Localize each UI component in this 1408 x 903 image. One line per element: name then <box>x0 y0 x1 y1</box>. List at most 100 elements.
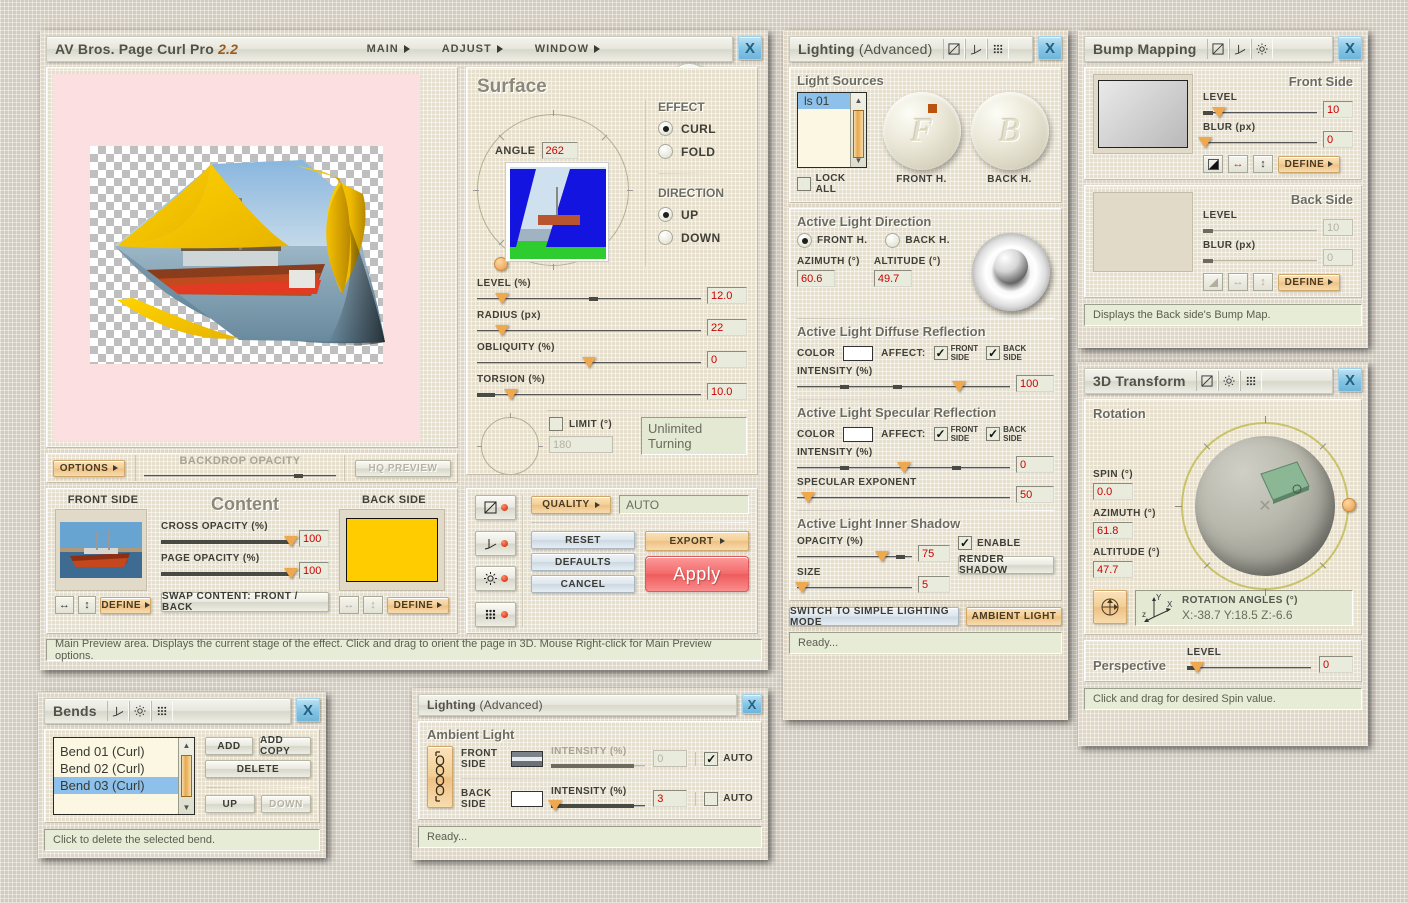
rot-altitude-value[interactable]: 47.7 <box>1093 561 1133 578</box>
front-thumbnail[interactable] <box>55 509 147 591</box>
bend-add-button[interactable]: ADD <box>205 737 253 755</box>
apply-button[interactable]: Apply <box>645 556 749 592</box>
bends-scrollbar[interactable]: ▲ ▼ <box>178 738 194 814</box>
backdrop-opacity-slider[interactable] <box>144 469 336 481</box>
front-light-marker[interactable] <box>928 104 937 113</box>
ambient-front-auto-toggle[interactable]: ✓ AUTO <box>695 752 753 766</box>
effect-option-curl[interactable]: CURL <box>658 121 747 136</box>
scroll-up-icon[interactable]: ▲ <box>851 93 866 107</box>
light-icon[interactable] <box>1251 39 1273 59</box>
bump-back-define-button[interactable]: DEFINE <box>1278 274 1340 291</box>
ambient-close-button[interactable]: X <box>742 694 762 714</box>
specular-front-toggle[interactable]: ✓ FRONT SIDE <box>934 425 979 443</box>
level-value[interactable]: 12.0 <box>707 287 747 304</box>
toggle-page-curl-button[interactable] <box>475 495 516 520</box>
toggle-bump-mapping-button[interactable] <box>475 602 516 627</box>
radius-value[interactable]: 22 <box>707 319 747 336</box>
diffuse-intensity-slider[interactable] <box>797 380 1010 392</box>
toggle-3d-transform-button[interactable] <box>475 531 516 556</box>
bends-close-button[interactable]: X <box>296 698 320 722</box>
direction-option-down[interactable]: DOWN <box>658 230 747 245</box>
bump-back-flip-vertical-icon[interactable]: ↕ <box>1253 273 1273 291</box>
bump-back-preview[interactable] <box>1093 192 1193 272</box>
radio-down[interactable] <box>658 230 673 245</box>
ambient-light-button[interactable]: AMBIENT LIGHT <box>966 607 1062 626</box>
menu-main[interactable]: MAIN <box>351 43 426 55</box>
front-hemisphere-control[interactable]: F <box>883 92 961 170</box>
options-button[interactable]: OPTIONS <box>53 460 125 477</box>
radio-back-h[interactable] <box>885 233 900 248</box>
direction-front-option[interactable]: FRONT H. <box>797 233 867 248</box>
light-icon[interactable] <box>129 701 151 721</box>
radio-curl[interactable] <box>658 121 673 136</box>
cancel-button[interactable]: CANCEL <box>531 575 635 593</box>
bump-back-level-value[interactable]: 10 <box>1323 219 1353 236</box>
ambient-back-intensity-value[interactable]: 3 <box>653 790 687 807</box>
list-item[interactable]: Bend 03 (Curl) <box>54 777 194 794</box>
inner-shadow-size-slider[interactable] <box>797 581 912 593</box>
perspective-level-slider[interactable] <box>1187 661 1311 673</box>
back-define-button[interactable]: DEFINE <box>387 597 449 614</box>
rot-azimuth-value[interactable]: 61.8 <box>1093 522 1133 539</box>
torsion-dial[interactable] <box>481 417 539 475</box>
bump-front-blur-slider[interactable] <box>1203 136 1317 148</box>
radio-fold[interactable] <box>658 144 673 159</box>
ambient-front-intensity-slider[interactable] <box>551 759 645 771</box>
swap-content-button[interactable]: SWAP CONTENT: FRONT / BACK <box>161 592 329 612</box>
rotation-trackball[interactable]: ✕ <box>1181 422 1349 590</box>
axis-icon[interactable] <box>965 39 987 59</box>
ambient-front-color-swatch[interactable] <box>511 751 543 767</box>
bump-back-blur-slider[interactable] <box>1203 254 1317 266</box>
bend-add-copy-button[interactable]: ADD COPY <box>259 737 311 755</box>
page-curl-icon[interactable] <box>943 39 965 59</box>
diffuse-color-swatch[interactable] <box>843 346 873 361</box>
back-thumbnail[interactable] <box>339 509 445 591</box>
main-close-button[interactable]: X <box>738 36 762 60</box>
light-sources-list[interactable]: ls 01 ▲ ▼ <box>797 92 867 168</box>
obliquity-value[interactable]: 0 <box>707 351 747 368</box>
scroll-down-icon[interactable]: ▼ <box>179 800 194 814</box>
bends-list[interactable]: Bend 01 (Curl) Bend 02 (Curl) Bend 03 (C… <box>53 737 195 815</box>
ambient-back-intensity-slider[interactable] <box>551 799 645 811</box>
bump-front-flip-horizontal-icon[interactable]: ↔ <box>1228 155 1248 173</box>
bump-front-flip-vertical-icon[interactable]: ↕ <box>1253 155 1273 173</box>
axis-icon[interactable] <box>107 701 129 721</box>
diffuse-intensity-value[interactable]: 100 <box>1016 375 1054 392</box>
direction-option-up[interactable]: UP <box>658 207 747 222</box>
lighting-close-button[interactable]: X <box>1038 36 1062 60</box>
specular-exponent-value[interactable]: 50 <box>1016 486 1054 503</box>
obliquity-slider[interactable] <box>477 356 701 368</box>
ambient-front-auto-checkbox[interactable]: ✓ <box>704 752 718 766</box>
level-slider[interactable] <box>477 292 701 304</box>
grid-icon[interactable] <box>151 701 173 721</box>
menu-adjust[interactable]: ADJUST <box>426 43 519 55</box>
page-opacity-slider[interactable] <box>161 567 294 579</box>
altitude-value[interactable]: 49.7 <box>874 270 912 287</box>
transform-close-button[interactable]: X <box>1338 368 1362 392</box>
back-flip-vertical-icon[interactable]: ↕ <box>363 596 383 614</box>
specular-front-checkbox[interactable]: ✓ <box>934 427 948 441</box>
effect-option-fold[interactable]: FOLD <box>658 144 747 159</box>
front-flip-vertical-icon[interactable]: ↕ <box>78 596 97 614</box>
scroll-up-icon[interactable]: ▲ <box>179 738 194 752</box>
reset-rotation-button[interactable] <box>1093 590 1127 624</box>
inner-shadow-opacity-slider[interactable] <box>797 550 912 562</box>
hq-preview-button[interactable]: HQ PREVIEW <box>355 460 451 477</box>
light-direction-ball[interactable] <box>972 233 1050 311</box>
ambient-back-color-swatch[interactable] <box>511 791 543 807</box>
reset-button[interactable]: RESET <box>531 531 635 549</box>
scroll-down-icon[interactable]: ▼ <box>851 153 866 167</box>
bend-up-button[interactable]: UP <box>205 795 255 813</box>
lock-all-checkbox[interactable] <box>797 177 811 191</box>
front-flip-horizontal-icon[interactable]: ↔ <box>55 596 74 614</box>
preview-backdrop[interactable] <box>53 74 420 441</box>
spin-value[interactable]: 0.0 <box>1093 483 1133 500</box>
switch-lighting-mode-button[interactable]: SWITCH TO SIMPLE LIGHTING MODE <box>789 607 959 626</box>
back-hemisphere-control[interactable]: B <box>971 92 1049 170</box>
bump-front-level-slider[interactable] <box>1203 106 1317 118</box>
torsion-slider[interactable] <box>477 388 701 400</box>
limit-checkbox[interactable] <box>549 417 563 431</box>
inner-shadow-size-value[interactable]: 5 <box>918 576 950 593</box>
ambient-link-button[interactable] <box>427 746 453 808</box>
bump-back-flip-horizontal-icon[interactable]: ↔ <box>1228 273 1248 291</box>
